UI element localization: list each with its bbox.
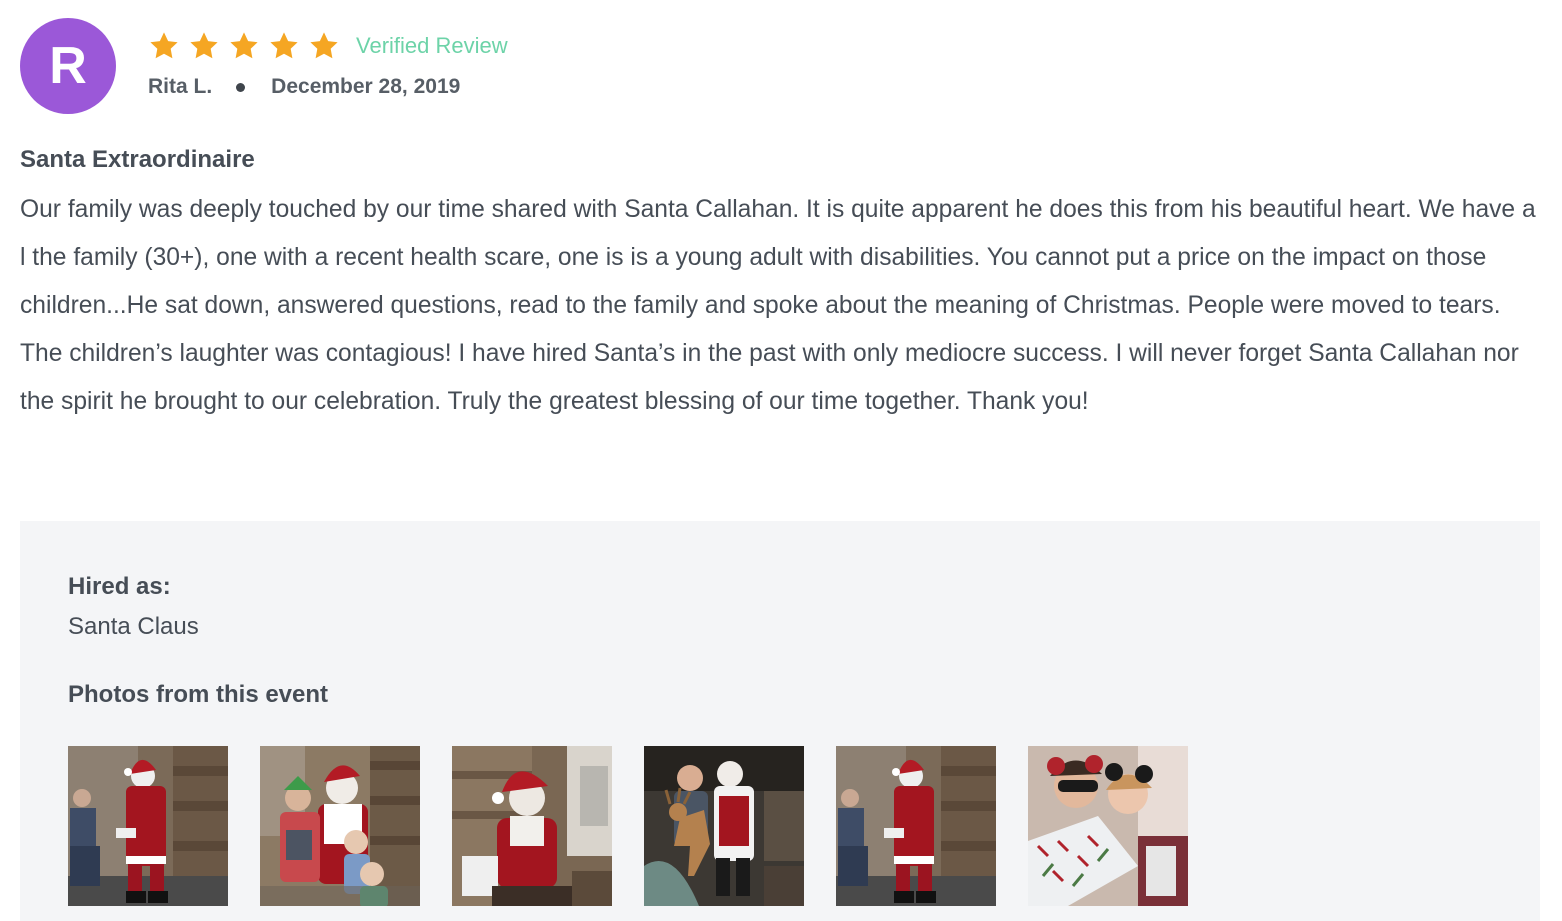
rating-row: Verified Review [148,26,508,66]
reviewer-name: Rita L. [148,75,213,98]
star-icon [308,30,340,62]
star-icon [188,30,220,62]
hired-as-value: Santa Claus [68,613,199,640]
review-date: December 28, 2019 [271,75,461,98]
star-icon [148,30,180,62]
event-photo[interactable] [1028,746,1188,906]
event-photo[interactable] [836,746,996,906]
event-photo[interactable] [260,746,420,906]
review-meta: Rita L. December 28, 2019 [148,72,460,102]
verified-review-badge: Verified Review [356,33,508,58]
photo-gallery [68,746,1220,906]
event-photo[interactable] [68,746,228,906]
star-icon [268,30,300,62]
hired-as-label: Hired as: [68,573,171,600]
avatar-initial: R [49,37,87,95]
event-photo[interactable] [644,746,804,906]
photos-heading: Photos from this event [68,681,329,708]
review-title: Santa Extraordinaire [20,146,255,173]
review-body: Our family was deeply touched by our tim… [20,196,1536,415]
event-photo[interactable] [452,746,612,906]
separator-dot-icon [236,82,246,92]
event-details-panel: Hired as: Santa Claus Photos from this e… [20,521,1540,921]
star-icon [228,30,260,62]
star-rating [148,30,348,62]
avatar: R [20,18,116,114]
